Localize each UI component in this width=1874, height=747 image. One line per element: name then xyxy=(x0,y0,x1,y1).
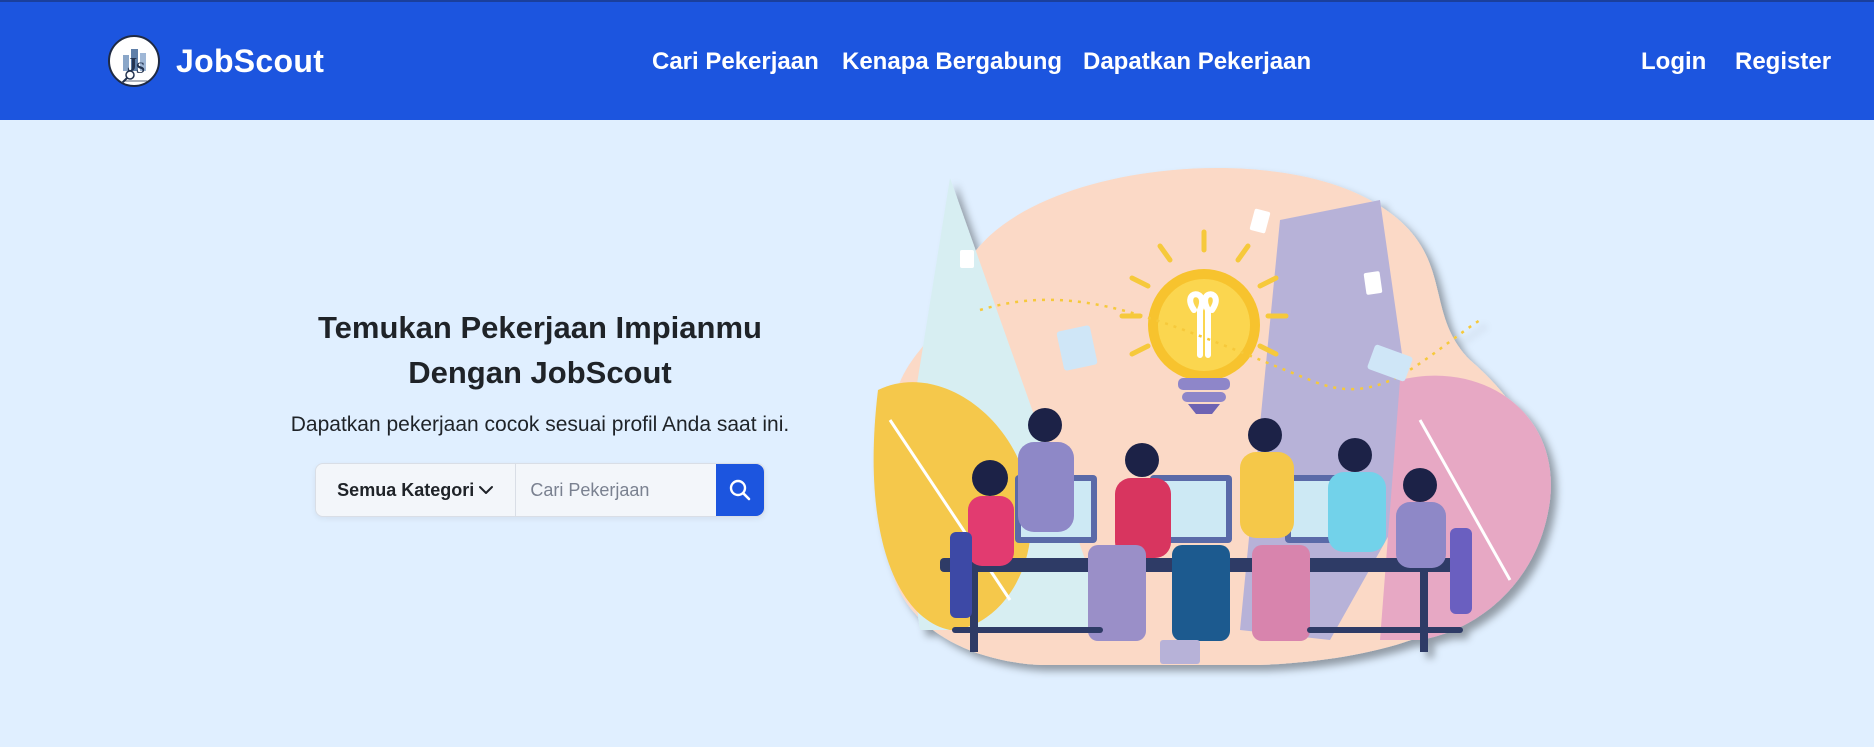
hero-section: Temukan Pekerjaan Impianmu Dengan JobSco… xyxy=(250,305,830,437)
job-search-bar: Semua Kategori xyxy=(315,463,765,517)
search-button[interactable] xyxy=(716,464,764,516)
category-select[interactable]: Semua Kategori xyxy=(316,464,517,516)
nav-link-dapatkan-pekerjaan[interactable]: Dapatkan Pekerjaan xyxy=(1083,48,1311,76)
brand-logo-icon: J S xyxy=(108,35,160,87)
hero-title: Temukan Pekerjaan Impianmu Dengan JobSco… xyxy=(250,305,830,395)
search-icon xyxy=(729,479,751,501)
nav-link-kenapa-bergabung[interactable]: Kenapa Bergabung xyxy=(842,48,1062,76)
register-link[interactable]: Register xyxy=(1735,48,1831,76)
navbar: J S JobScout Cari Pekerjaan Kenapa Berga… xyxy=(0,0,1874,120)
hero-title-line-2: Dengan JobScout xyxy=(408,355,672,390)
brand-link[interactable]: J S JobScout xyxy=(108,35,324,87)
search-input[interactable] xyxy=(516,464,717,516)
hero-title-line-1: Temukan Pekerjaan Impianmu xyxy=(318,310,762,345)
brand-name: JobScout xyxy=(176,42,325,79)
chevron-down-icon xyxy=(479,486,494,494)
nav-link-cari-pekerjaan[interactable]: Cari Pekerjaan xyxy=(652,48,819,76)
hero-subtitle: Dapatkan pekerjaan cocok sesuai profil A… xyxy=(290,413,790,436)
category-select-value: Semua Kategori xyxy=(337,479,475,500)
svg-text:S: S xyxy=(136,60,145,77)
login-link[interactable]: Login xyxy=(1641,48,1706,76)
team-collaboration-illustration xyxy=(873,167,1551,666)
